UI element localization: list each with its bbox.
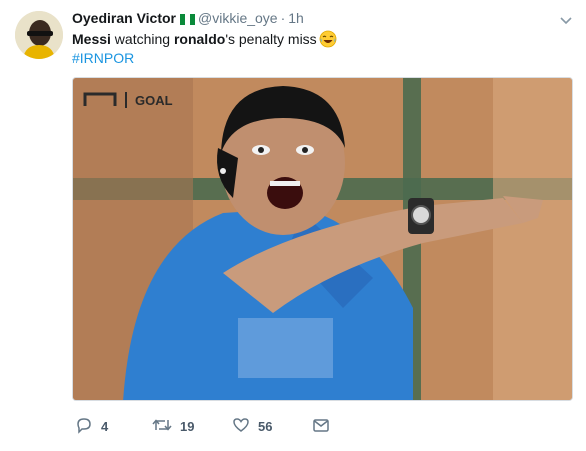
direct-message-button[interactable] bbox=[312, 415, 330, 437]
separator-dot: · bbox=[280, 10, 286, 26]
tweet-timestamp[interactable]: 1h bbox=[288, 10, 304, 26]
heart-icon bbox=[232, 416, 250, 437]
chevron-down-icon[interactable] bbox=[558, 12, 574, 28]
avatar[interactable] bbox=[15, 11, 63, 59]
tweet-card[interactable]: Oyediran Victor @vikkie_oye · 1h Messi watc… bbox=[0, 0, 586, 451]
text-plain-penalty: 's penalty miss bbox=[225, 31, 317, 47]
retweet-icon bbox=[152, 416, 172, 437]
laughing-emoji-icon bbox=[319, 30, 337, 53]
retweet-button[interactable]: 19 bbox=[152, 415, 194, 437]
like-count: 56 bbox=[258, 418, 273, 434]
watermark-goal: GOAL bbox=[135, 93, 173, 108]
tweet-header: Oyediran Victor @vikkie_oye · 1h bbox=[72, 10, 552, 30]
nigeria-flag-icon bbox=[180, 12, 196, 28]
hashtag-link[interactable]: #IRNPOR bbox=[72, 49, 134, 68]
tweet-action-bar: 4 19 56 bbox=[72, 415, 552, 437]
reply-button[interactable]: 4 bbox=[75, 415, 108, 437]
envelope-icon bbox=[312, 416, 330, 437]
author-handle[interactable]: @vikkie_oye bbox=[198, 10, 278, 26]
text-bold-messi: Messi bbox=[72, 31, 111, 47]
like-button[interactable]: 56 bbox=[232, 415, 272, 437]
tweet-media-image[interactable]: GOAL bbox=[72, 77, 573, 401]
text-plain-watching: watching bbox=[110, 31, 174, 47]
text-bold-ronaldo: ronaldo bbox=[173, 31, 226, 47]
retweet-count: 19 bbox=[180, 418, 195, 434]
reply-icon bbox=[75, 416, 93, 437]
author-name[interactable]: Oyediran Victor bbox=[72, 10, 176, 26]
reply-count: 4 bbox=[101, 418, 109, 434]
